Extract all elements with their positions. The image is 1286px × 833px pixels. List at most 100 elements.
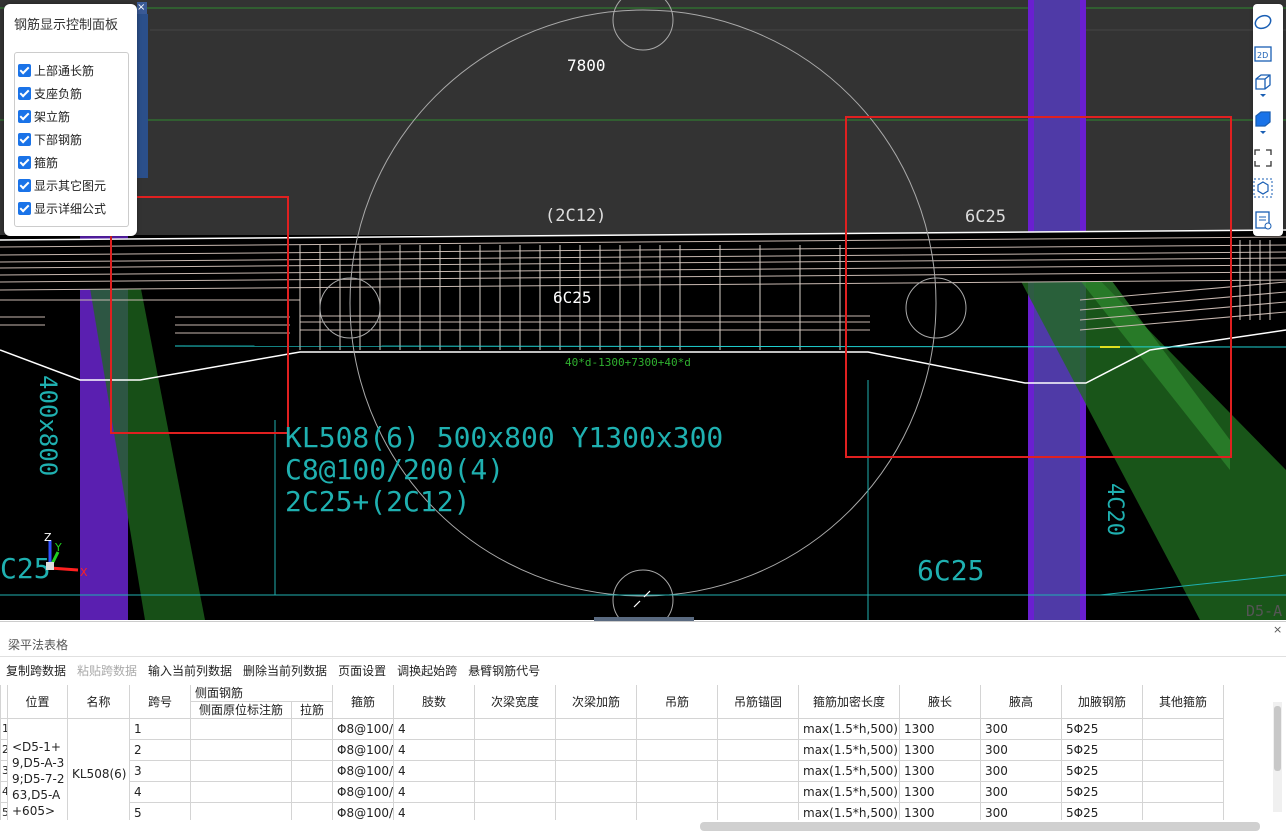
scrollbar-thumb[interactable]	[1274, 706, 1281, 771]
cell-dense-length[interactable]: max(1.5*h,500)	[799, 761, 900, 782]
cell-haunch-bar[interactable]: 5Φ25	[1062, 719, 1143, 740]
cell-sec-add[interactable]	[556, 719, 637, 740]
cell-hanger[interactable]	[637, 740, 718, 761]
checkbox-checked-icon[interactable]	[18, 178, 31, 192]
cell-haunch-height[interactable]: 300	[981, 719, 1062, 740]
cell-stirrup[interactable]: Φ8@100/	[333, 782, 394, 803]
option-show-other-elements[interactable]: 显示其它图元	[18, 176, 106, 194]
cell-side-orig[interactable]	[191, 803, 292, 820]
header-position[interactable]: 位置	[8, 685, 68, 719]
cell-hanger[interactable]	[637, 719, 718, 740]
cell-sec-add[interactable]	[556, 782, 637, 803]
option-stirrup[interactable]: 箍筋	[18, 153, 58, 171]
cell-sec-width[interactable]	[475, 740, 556, 761]
cell-side-orig[interactable]	[191, 761, 292, 782]
horizontal-scrollbar[interactable]	[700, 822, 1260, 831]
cell-legs[interactable]: 4	[394, 782, 475, 803]
cell-dense-length[interactable]: max(1.5*h,500)	[799, 719, 900, 740]
header-span[interactable]: 跨号	[130, 685, 191, 719]
cell-tie[interactable]	[292, 740, 333, 761]
cell-haunch-length[interactable]: 1300	[900, 803, 981, 820]
header-hanger[interactable]: 吊筋	[637, 685, 718, 719]
cell-stirrup[interactable]: Φ8@100/	[333, 761, 394, 782]
cell-hanger-anchor[interactable]	[718, 803, 799, 820]
menu-cantilever-code[interactable]: 悬臂钢筋代号	[468, 662, 540, 680]
cell-span[interactable]: 5	[130, 803, 191, 820]
header-side-group[interactable]: 侧面钢筋	[191, 685, 333, 702]
cell-hanger[interactable]	[637, 761, 718, 782]
header-sec-width[interactable]: 次梁宽度	[475, 685, 556, 719]
cell-dense-length[interactable]: max(1.5*h,500)	[799, 782, 900, 803]
header-sec-add[interactable]: 次梁加筋	[556, 685, 637, 719]
chevron-down-icon[interactable]	[1253, 91, 1273, 101]
checkbox-checked-icon[interactable]	[18, 201, 31, 215]
cell-sec-width[interactable]	[475, 803, 556, 820]
vertical-scrollbar[interactable]	[1273, 702, 1282, 812]
cell-tie[interactable]	[292, 803, 333, 820]
header-side-orig[interactable]: 侧面原位标注筋	[191, 702, 292, 719]
cell-haunch-bar[interactable]: 5Φ25	[1062, 803, 1143, 820]
checkbox-checked-icon[interactable]	[18, 86, 31, 100]
cell-side-orig[interactable]	[191, 719, 292, 740]
cell-hanger-anchor[interactable]	[718, 761, 799, 782]
header-stirrup[interactable]: 箍筋	[333, 685, 394, 719]
cell-haunch-height[interactable]: 300	[981, 782, 1062, 803]
menu-delete-column[interactable]: 删除当前列数据	[243, 662, 327, 680]
orbit-icon[interactable]	[1253, 12, 1273, 32]
cell-sec-add[interactable]	[556, 803, 637, 820]
cell-position[interactable]: <D5-1+9,D5-A-39;D5-7-263,D5-A+605>	[8, 719, 68, 820]
cell-span[interactable]: 3	[130, 761, 191, 782]
option-erection-bar[interactable]: 架立筋	[18, 107, 70, 125]
cell-side-orig[interactable]	[191, 740, 292, 761]
checkbox-checked-icon[interactable]	[18, 155, 31, 169]
cell-sec-width[interactable]	[475, 782, 556, 803]
header-haunch-length[interactable]: 腋长	[900, 685, 981, 719]
chevron-down-icon[interactable]	[1253, 128, 1273, 138]
cell-haunch-length[interactable]: 1300	[900, 761, 981, 782]
panel-close-button[interactable]: ×	[1273, 623, 1282, 636]
header-haunch-bar[interactable]: 加腋钢筋	[1062, 685, 1143, 719]
cell-hanger-anchor[interactable]	[718, 719, 799, 740]
header-legs[interactable]: 肢数	[394, 685, 475, 719]
header-dense-length[interactable]: 箍筋加密长度	[799, 685, 900, 719]
cell-haunch-bar[interactable]: 5Φ25	[1062, 761, 1143, 782]
cell-other-stirrup[interactable]	[1143, 719, 1224, 740]
cell-haunch-height[interactable]: 300	[981, 740, 1062, 761]
header-hanger-anchor[interactable]: 吊筋锚固	[718, 685, 799, 719]
3d-solid-icon[interactable]	[1253, 109, 1273, 129]
menu-input-column[interactable]: 输入当前列数据	[148, 662, 232, 680]
cell-span[interactable]: 4	[130, 782, 191, 803]
cell-haunch-bar[interactable]: 5Φ25	[1062, 782, 1143, 803]
cell-haunch-length[interactable]: 1300	[900, 782, 981, 803]
cube-view-icon[interactable]	[1253, 178, 1273, 198]
cell-stirrup[interactable]: Φ8@100/	[333, 740, 394, 761]
header-tie[interactable]: 拉筋	[292, 702, 333, 719]
cell-sec-width[interactable]	[475, 761, 556, 782]
option-support-negative-bar[interactable]: 支座负筋	[18, 84, 82, 102]
cell-hanger[interactable]	[637, 803, 718, 820]
cell-span[interactable]: 1	[130, 719, 191, 740]
cell-name[interactable]: KL508(6)	[68, 719, 130, 820]
header-haunch-height[interactable]: 腋高	[981, 685, 1062, 719]
cell-legs[interactable]: 4	[394, 803, 475, 820]
control-panel-close-button[interactable]: ×	[137, 2, 147, 14]
menu-copy-span[interactable]: 复制跨数据	[6, 662, 66, 680]
cell-stirrup[interactable]: Φ8@100/	[333, 719, 394, 740]
cell-span[interactable]: 2	[130, 740, 191, 761]
cell-hanger-anchor[interactable]	[718, 740, 799, 761]
cell-tie[interactable]	[292, 761, 333, 782]
menu-swap-start-span[interactable]: 调换起始跨	[397, 662, 457, 680]
cell-tie[interactable]	[292, 719, 333, 740]
cell-other-stirrup[interactable]	[1143, 782, 1224, 803]
cell-other-stirrup[interactable]	[1143, 761, 1224, 782]
header-other-stirrup[interactable]: 其他箍筋	[1143, 685, 1224, 719]
cell-haunch-height[interactable]: 300	[981, 803, 1062, 820]
option-top-through-bar[interactable]: 上部通长筋	[18, 61, 94, 79]
2d-view-icon[interactable]: 2D	[1253, 44, 1273, 64]
cell-legs[interactable]: 4	[394, 719, 475, 740]
cell-stirrup[interactable]: Φ8@100/	[333, 803, 394, 820]
cell-haunch-length[interactable]: 1300	[900, 740, 981, 761]
checkbox-checked-icon[interactable]	[18, 63, 31, 77]
header-name[interactable]: 名称	[68, 685, 130, 719]
cell-hanger-anchor[interactable]	[718, 782, 799, 803]
